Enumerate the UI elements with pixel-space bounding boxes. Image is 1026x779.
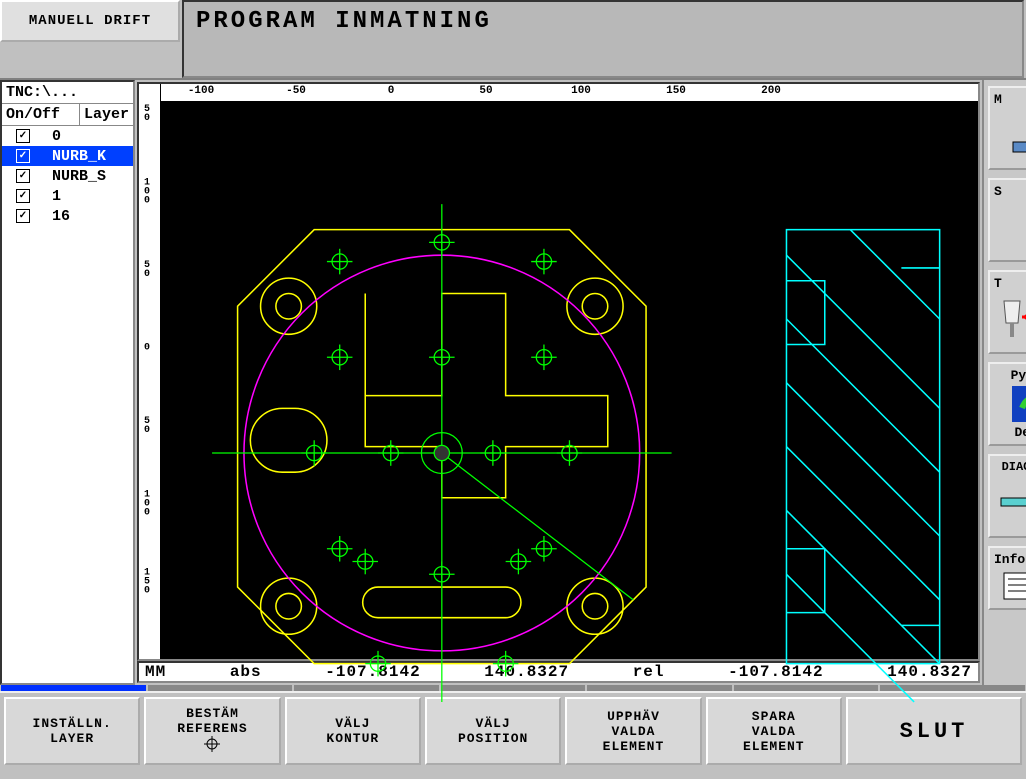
info-label: Info 1/3 — [994, 552, 1026, 567]
cad-canvas[interactable]: 5 0 1 0 0 5 0 0 5 0 1 0 0 1 5 0 -100 -50 0 50 100 1… — [137, 82, 980, 661]
ruler-x-tick: 150 — [666, 85, 686, 97]
spindle-icon — [994, 199, 1026, 256]
right-panel: M S T Python — [982, 80, 1026, 685]
ruler-y: 5 0 1 0 0 5 0 0 5 0 1 0 0 1 5 0 — [139, 84, 161, 659]
m-button[interactable]: M — [988, 86, 1026, 170]
info-icon: i — [994, 567, 1026, 604]
info-button[interactable]: Info 1/3 i — [988, 546, 1026, 610]
page-title: PROGRAM INMATNING — [182, 0, 1024, 78]
layer-name: 0 — [52, 128, 61, 145]
softkey-line1: INSTÄLLN. — [33, 716, 112, 731]
ruler-x: -100 -50 0 50 100 150 200 — [161, 84, 978, 102]
demos-label: Demos — [1014, 425, 1026, 440]
layer-checkbox[interactable]: ✓ — [16, 149, 30, 163]
t-button[interactable]: T — [988, 270, 1026, 354]
ruler-y-tick: 5 0 — [144, 105, 150, 123]
ruler-x-tick: 200 — [761, 85, 781, 97]
layer-row-16[interactable]: ✓ 16 — [2, 206, 133, 226]
layer-row-NURB_K[interactable]: ✓ NURB_K — [2, 146, 133, 166]
softkey-inställn.[interactable]: INSTÄLLN.LAYER — [4, 697, 140, 765]
machine-icon — [994, 107, 1026, 164]
diagnosis-label: DIAGNOSIS — [1002, 460, 1026, 474]
diagnosis-icon — [994, 474, 1026, 532]
ruler-y-tick: 5 0 — [144, 261, 150, 279]
layer-checkbox[interactable]: ✓ — [16, 169, 30, 183]
layer-sidebar: TNC:\... On/Off Layer ✓0✓NURB_K✓NURB_S✓1… — [0, 80, 135, 685]
ruler-y-tick: 0 — [144, 344, 150, 353]
ruler-x-tick: 50 — [479, 85, 492, 97]
ruler-y-tick: 1 0 0 — [144, 179, 150, 206]
python-label: Python — [1011, 368, 1026, 383]
layer-name: NURB_S — [52, 168, 106, 185]
layer-header: On/Off Layer — [2, 104, 133, 126]
ruler-y-tick: 5 0 — [144, 417, 150, 435]
layer-row-0[interactable]: ✓0 — [2, 126, 133, 146]
t-label: T — [994, 276, 1002, 291]
col-layer: Layer — [80, 104, 133, 125]
layer-row-1[interactable]: ✓1 — [2, 186, 133, 206]
layer-checkbox[interactable]: ✓ — [16, 209, 30, 223]
ruler-y-tick: 1 5 0 — [144, 569, 150, 596]
canvas-wrap: 5 0 1 0 0 5 0 0 5 0 1 0 0 1 5 0 -100 -50 0 50 100 1… — [135, 80, 982, 685]
ruler-x-tick: 100 — [571, 85, 591, 97]
path-label: TNC:\... — [2, 82, 133, 104]
s-label: S — [994, 184, 1002, 199]
python-demos-button[interactable]: Python Demos — [988, 362, 1026, 446]
ruler-x-tick: 0 — [388, 85, 395, 97]
s-button[interactable]: S — [988, 178, 1026, 262]
ruler-y-tick: 1 0 0 — [144, 491, 150, 518]
col-onoff: On/Off — [2, 104, 80, 125]
softkey-line2: LAYER — [50, 731, 94, 746]
tool-change-icon — [994, 291, 1026, 348]
python-icon — [994, 383, 1026, 425]
ruler-x-tick: -100 — [188, 85, 214, 97]
header: MANUELL DRIFT PROGRAM INMATNING — [0, 0, 1026, 80]
m-label: M — [994, 92, 1002, 107]
diagnosis-button[interactable]: DIAGNOSIS — [988, 454, 1026, 538]
layer-checkbox[interactable]: ✓ — [16, 129, 30, 143]
mode-tab[interactable]: MANUELL DRIFT — [0, 0, 180, 42]
cad-drawing — [161, 102, 978, 779]
ruler-x-tick: -50 — [286, 85, 306, 97]
layer-row-NURB_S[interactable]: ✓ NURB_S — [2, 166, 133, 186]
layer-name: 16 — [52, 208, 70, 225]
main-area: TNC:\... On/Off Layer ✓0✓NURB_K✓NURB_S✓1… — [0, 80, 1026, 685]
layer-name: NURB_K — [52, 148, 106, 165]
layer-name: 1 — [52, 188, 61, 205]
layer-checkbox[interactable]: ✓ — [16, 189, 30, 203]
